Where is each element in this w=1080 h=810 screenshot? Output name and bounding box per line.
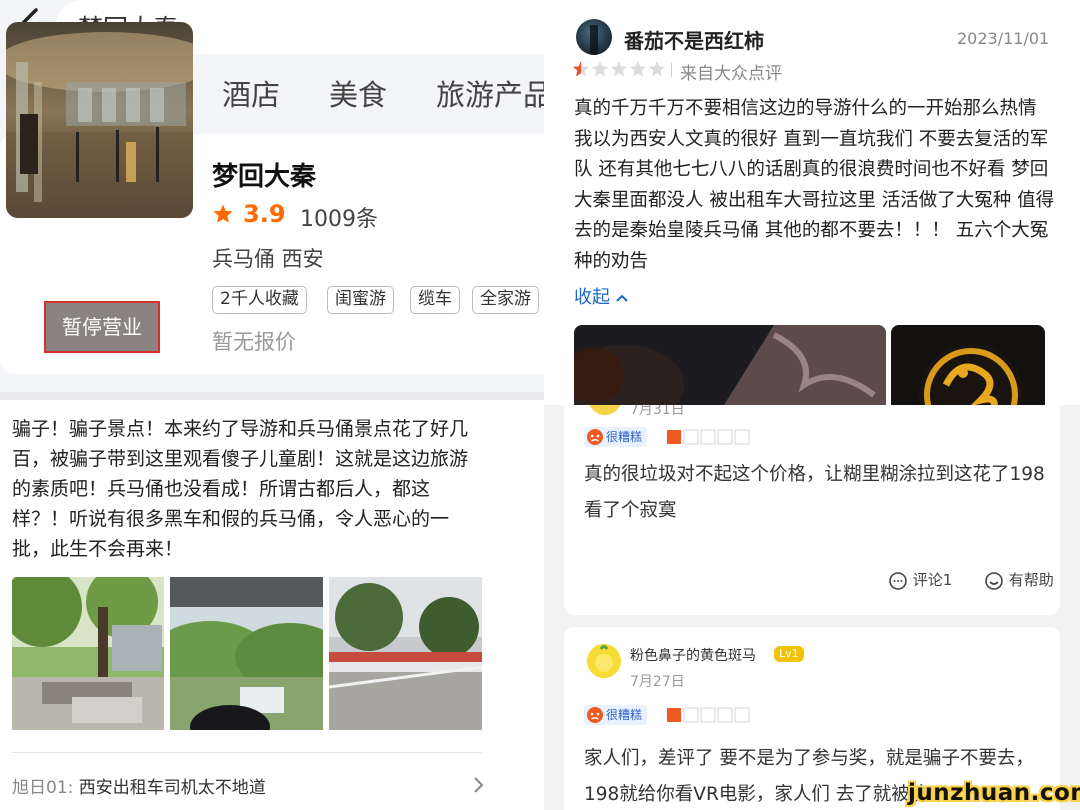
angry-face-icon	[587, 429, 603, 445]
helpful-label: 有帮助	[1008, 571, 1054, 589]
site-watermark: junzhuan.com	[908, 780, 1080, 806]
helpful-button[interactable]: 有帮助	[984, 569, 1054, 591]
collapse-button[interactable]: 收起	[574, 283, 628, 309]
left-review: 骗子！骗子景点！本来约了导游和兵马俑景点花了好几百，被骗子带到这里观看傻子儿童剧…	[0, 400, 544, 810]
rating-stars	[573, 61, 665, 77]
rating-badge-label: 很糟糕	[606, 708, 643, 722]
rating-badge-label: 很糟糕	[606, 430, 643, 444]
closed-status-badge: 暂停营业	[44, 301, 160, 353]
tab-hotels[interactable]: 酒店	[222, 72, 280, 114]
chip-favorites[interactable]: 2千人收藏	[212, 286, 307, 314]
review-card[interactable]: 7月31日 很糟糕 真的很垃圾对不起这个价格，让糊里糊涂拉到这花了198看了个寂…	[564, 405, 1060, 615]
card-date: 7月27日	[630, 674, 685, 690]
level-badge: Lv1	[774, 646, 804, 662]
price-label: 暂无报价	[212, 330, 296, 354]
avatar[interactable]	[586, 643, 622, 679]
review-photo-dark[interactable]	[574, 325, 886, 405]
review-text: 真的千万千万不要相信这边的导游什么的一开始那么热情 我以为西安人文真的很好 直到…	[574, 98, 1055, 272]
card-date: 7月31日	[630, 405, 685, 418]
comment-count: 评论1	[912, 571, 953, 589]
review-date: 2023/11/01	[957, 29, 1050, 48]
helpful-icon	[985, 571, 1003, 590]
review-username[interactable]: 粉色鼻子的黄色斑马	[630, 645, 756, 665]
review-photo-1[interactable]	[12, 577, 164, 730]
tab-food[interactable]: 美食	[329, 72, 387, 114]
review-source: 来自大众点评	[680, 64, 782, 84]
rating-score: 3.9	[243, 200, 286, 228]
review-photo-3[interactable]	[329, 577, 482, 730]
comment-button[interactable]: 评论1	[888, 569, 952, 591]
review-text: 真的很垃圾对不起这个价格，让糊里糊涂拉到这花了198看了个寂寞	[584, 464, 1045, 521]
review-cards-panel: 7月31日 很糟糕 真的很垃圾对不起这个价格，让糊里糊涂拉到这花了198看了个寂…	[544, 405, 1080, 810]
chevron-up-icon	[616, 294, 628, 302]
chip-cable-car[interactable]: 缆车	[410, 286, 460, 314]
divider	[671, 63, 672, 77]
article-author: 旭日01:	[12, 778, 74, 798]
rating-badge: 很糟糕	[584, 705, 648, 725]
avatar	[588, 405, 622, 415]
dianping-review: 番茄不是西红柿 2023/11/01 来自大众点评 真的千万千万不要相信这边的导…	[544, 0, 1080, 405]
chip-bestie-trip[interactable]: 闺蜜游	[327, 286, 394, 314]
poi-tags: 兵马俑 西安	[212, 247, 324, 271]
review-photo-emblem[interactable]	[891, 325, 1045, 405]
angry-face-icon	[587, 707, 603, 723]
related-article-link[interactable]: 旭日01: 西安出租车司机太不地道	[12, 773, 266, 798]
review-username[interactable]: 番茄不是西红柿	[624, 25, 764, 54]
article-title: 西安出租车司机太不地道	[78, 778, 266, 798]
avatar[interactable]	[576, 19, 612, 55]
chip-family-trip[interactable]: 全家游	[472, 286, 539, 314]
review-count[interactable]: 1009条	[300, 201, 378, 233]
divider	[12, 752, 482, 753]
star-icon	[213, 204, 233, 223]
rating-badge: 很糟糕	[584, 427, 648, 447]
chevron-right-icon[interactable]	[472, 776, 484, 794]
poi-thumbnail[interactable]	[6, 22, 193, 218]
comment-icon	[889, 571, 907, 590]
review-text: 骗子！骗子景点！本来约了导游和兵马俑景点花了好几百，被骗子带到这里观看傻子儿童剧…	[12, 418, 469, 560]
rating-stars	[667, 707, 750, 723]
collapse-label: 收起	[574, 287, 610, 308]
review-photo-2[interactable]	[170, 577, 323, 730]
tab-travel-products[interactable]: 旅游产品	[436, 72, 544, 114]
poi-title[interactable]: 梦回大秦	[212, 156, 316, 193]
rating-stars	[667, 429, 750, 445]
